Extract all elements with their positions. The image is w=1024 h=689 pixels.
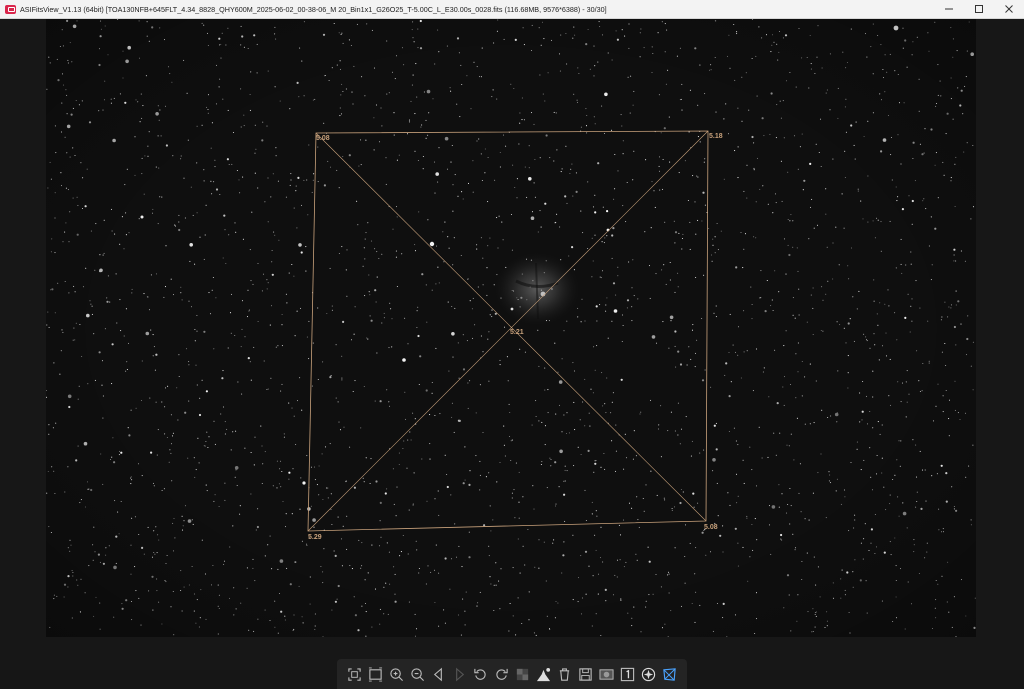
star-field: 5.08 5.18 5.21 5.29 5.08 xyxy=(46,19,976,637)
compare-icon xyxy=(599,668,614,680)
histogram-button[interactable] xyxy=(534,665,553,684)
delete-icon xyxy=(559,667,570,681)
maximize-icon xyxy=(975,5,983,13)
next-image-button[interactable] xyxy=(450,665,469,684)
zoom-in-button[interactable] xyxy=(387,665,406,684)
one-to-one-icon xyxy=(620,667,635,681)
next-image-icon xyxy=(456,667,465,681)
save-button[interactable] xyxy=(576,665,595,684)
actual-size-button[interactable] xyxy=(366,665,385,684)
bottom-toolbar xyxy=(337,659,687,689)
rotate-left-button[interactable] xyxy=(471,665,490,684)
fit-to-window-icon xyxy=(348,667,361,681)
hfr-label-center: 5.21 xyxy=(510,329,524,336)
actual-size-icon xyxy=(368,666,383,682)
delete-button[interactable] xyxy=(555,665,574,684)
window-title: ASIFitsView_V1.13 (64bit) [TOA130NFB+645… xyxy=(20,4,607,14)
histogram-icon xyxy=(536,667,551,681)
previous-image-button[interactable] xyxy=(429,665,448,684)
hfr-label-bottom-left: 5.29 xyxy=(308,534,322,541)
stretch-icon xyxy=(516,668,529,680)
window-controls xyxy=(934,0,1024,18)
tilt-analysis-button[interactable] xyxy=(660,665,679,684)
minimize-button[interactable] xyxy=(934,0,964,18)
maximize-button[interactable] xyxy=(964,0,994,18)
title-bar: ASIFitsView_V1.13 (64bit) [TOA130NFB+645… xyxy=(0,0,1024,19)
one-to-one-button[interactable] xyxy=(618,665,637,684)
previous-image-icon xyxy=(433,667,442,681)
astro-image-canvas[interactable]: 5.08 5.18 5.21 5.29 5.08 xyxy=(46,19,976,637)
rotate-right-button[interactable] xyxy=(492,665,511,684)
fit-to-window-button[interactable] xyxy=(345,665,364,684)
rotate-right-icon xyxy=(496,668,508,680)
compare-button[interactable] xyxy=(597,665,616,684)
hfr-label-bottom-right: 5.08 xyxy=(704,524,718,531)
image-viewer[interactable]: 5.08 5.18 5.21 5.29 5.08 xyxy=(0,19,1024,689)
star-detect-icon xyxy=(641,667,656,681)
tilt-analysis-icon xyxy=(663,667,676,681)
save-icon xyxy=(579,667,592,681)
hfr-label-top-left: 5.08 xyxy=(316,135,330,142)
minimize-icon xyxy=(945,8,953,10)
close-button[interactable] xyxy=(994,0,1024,18)
rotate-left-icon xyxy=(474,668,486,680)
zoom-out-button[interactable] xyxy=(408,665,427,684)
zoom-in-icon xyxy=(390,667,403,681)
app-logo-icon xyxy=(5,4,16,14)
zoom-out-icon xyxy=(411,667,424,681)
close-icon xyxy=(1005,5,1013,13)
stretch-button[interactable] xyxy=(513,665,532,684)
hfr-label-top-right: 5.18 xyxy=(709,133,723,140)
star-detect-button[interactable] xyxy=(639,665,658,684)
